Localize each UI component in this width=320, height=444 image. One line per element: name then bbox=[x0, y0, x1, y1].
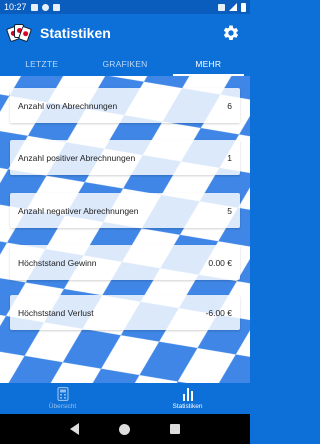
gear-icon bbox=[223, 25, 239, 40]
bar-chart-icon bbox=[182, 388, 193, 401]
cell-signal-icon bbox=[229, 3, 237, 11]
stat-value: 5 bbox=[227, 205, 232, 216]
stat-row-positive-settlements: Anzahl positiver Abrechnungen 1 bbox=[10, 140, 240, 175]
stat-label: Anzahl positiver Abrechnungen bbox=[18, 152, 136, 163]
system-navigation-bar bbox=[0, 414, 250, 444]
calculator-icon bbox=[56, 387, 69, 401]
status-time: 10:27 bbox=[4, 2, 27, 12]
status-bar: 10:27 bbox=[0, 0, 250, 14]
stat-value: 1 bbox=[227, 152, 232, 163]
stat-row-negative-settlements: Anzahl negativer Abrechnungen 5 bbox=[10, 193, 240, 228]
nav-statistiken[interactable]: Statistiken bbox=[125, 383, 250, 414]
settings-button[interactable] bbox=[220, 22, 242, 44]
nav-label: Statistiken bbox=[172, 403, 203, 410]
sim-card-icon bbox=[52, 3, 60, 11]
battery-icon bbox=[241, 2, 246, 12]
playing-cards-icon bbox=[5, 22, 33, 44]
stat-row-max-profit: Höchststand Gewinn 0.00 € bbox=[10, 245, 240, 280]
stat-value: -6.00 € bbox=[205, 307, 232, 318]
back-icon[interactable] bbox=[70, 423, 79, 435]
nav-uebersicht[interactable]: Übersicht bbox=[0, 383, 125, 414]
home-icon[interactable] bbox=[119, 423, 130, 435]
stat-label: Anzahl von Abrechnungen bbox=[18, 100, 118, 111]
stat-value: 6 bbox=[227, 100, 232, 111]
notification-icon bbox=[30, 3, 38, 11]
app-bar: Statistiken bbox=[0, 14, 250, 52]
stat-label: Höchststand Verlust bbox=[18, 307, 94, 318]
stats-content: Anzahl von Abrechnungen 6 Anzahl positiv… bbox=[0, 76, 250, 414]
stat-label: Höchststand Gewinn bbox=[18, 257, 97, 268]
stat-row-total-settlements: Anzahl von Abrechnungen 6 bbox=[10, 88, 240, 123]
nav-label: Übersicht bbox=[48, 403, 77, 410]
recent-apps-icon[interactable] bbox=[170, 424, 180, 434]
shield-status-icon bbox=[41, 3, 49, 11]
stat-row-max-loss: Höchststand Verlust -6.00 € bbox=[10, 295, 240, 330]
stat-value: 0.00 € bbox=[208, 257, 232, 268]
tab-bar: LETZTE GRAFIKEN MEHR bbox=[0, 52, 250, 76]
tab-grafiken[interactable]: GRAFIKEN bbox=[83, 52, 166, 76]
page-title: Statistiken bbox=[40, 25, 111, 41]
wifi-icon bbox=[218, 3, 225, 11]
tab-letzte[interactable]: LETZTE bbox=[0, 52, 83, 76]
tab-mehr[interactable]: MEHR bbox=[167, 52, 250, 76]
stat-label: Anzahl negativer Abrechnungen bbox=[18, 205, 139, 216]
bottom-navigation: Übersicht Statistiken bbox=[0, 383, 250, 414]
